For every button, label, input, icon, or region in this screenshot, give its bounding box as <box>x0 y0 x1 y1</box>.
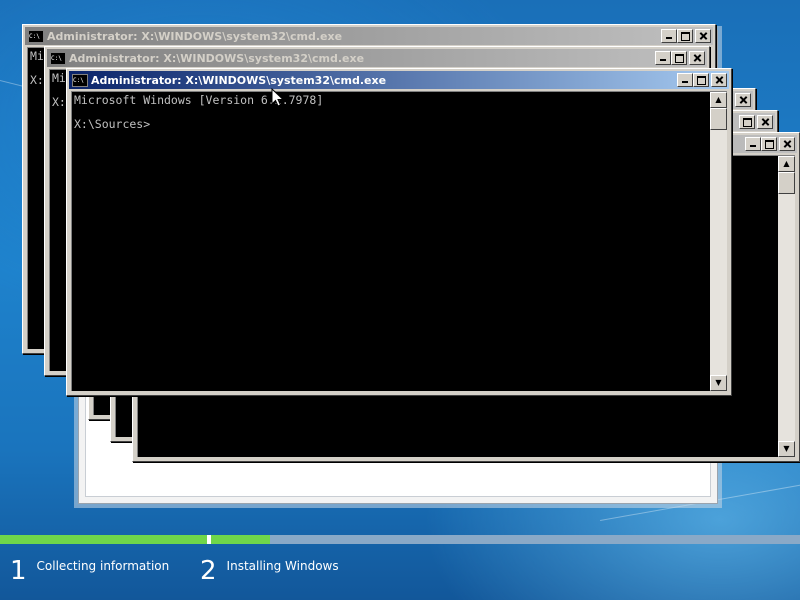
maximize-icon[interactable] <box>671 51 687 65</box>
cmd-window-active[interactable]: C:\ Administrator: X:\WINDOWS\system32\c… <box>66 68 732 396</box>
step-label: Collecting information <box>36 559 170 573</box>
maximize-icon[interactable] <box>761 137 777 151</box>
cmd-system-icon[interactable]: C:\ <box>50 51 66 65</box>
window-title: Administrator: X:\WINDOWS\system32\cmd.e… <box>69 51 365 65</box>
title-bar[interactable]: C:\ Administrator: X:\WINDOWS\system32\c… <box>25 27 713 45</box>
scroll-down-icon[interactable]: ▼ <box>778 441 795 457</box>
maximize-icon[interactable] <box>693 73 709 87</box>
step-number: 2 <box>200 556 217 586</box>
progress-step1-fill <box>0 535 207 544</box>
scroll-up-icon[interactable]: ▲ <box>778 156 795 172</box>
title-bar[interactable]: C:\ Administrator: X:\WINDOWS\system32\c… <box>69 71 729 89</box>
console-body[interactable]: Microsoft Windows [Version 6.2.7978] X:\… <box>71 91 727 391</box>
maximize-icon[interactable] <box>677 29 693 43</box>
close-icon[interactable] <box>695 29 711 43</box>
vertical-scrollbar[interactable]: ▲ ▼ <box>710 92 727 391</box>
vertical-scrollbar[interactable]: ▲ ▼ <box>778 156 795 457</box>
scroll-down-icon[interactable]: ▼ <box>710 375 727 391</box>
scroll-thumb[interactable] <box>710 108 727 130</box>
cmd-system-icon[interactable]: C:\ <box>72 73 88 87</box>
close-icon[interactable] <box>779 137 795 151</box>
minimize-icon[interactable] <box>655 51 671 65</box>
step-collecting-information: 1 Collecting information <box>10 556 169 586</box>
scroll-up-icon[interactable]: ▲ <box>710 92 727 108</box>
maximize-icon[interactable] <box>739 115 755 129</box>
close-icon[interactable] <box>689 51 705 65</box>
mouse-pointer-icon <box>271 88 285 107</box>
step-label: Installing Windows <box>226 559 339 573</box>
close-icon[interactable] <box>711 73 727 87</box>
cmd-system-icon[interactable]: C:\ <box>28 29 44 43</box>
progress-step2-fill <box>211 535 270 544</box>
console-output: Microsoft Windows [Version 6.2.7978] X:\… <box>74 93 324 131</box>
minimize-icon[interactable] <box>745 137 761 151</box>
minimize-icon[interactable] <box>661 29 677 43</box>
window-title: Administrator: X:\WINDOWS\system32\cmd.e… <box>47 29 343 43</box>
minimize-icon[interactable] <box>677 73 693 87</box>
close-icon[interactable] <box>757 115 773 129</box>
close-icon[interactable] <box>735 93 751 107</box>
window-title: Administrator: X:\WINDOWS\system32\cmd.e… <box>91 73 387 87</box>
scroll-thumb[interactable] <box>778 172 795 194</box>
step-number: 1 <box>10 556 27 586</box>
title-bar[interactable]: C:\ Administrator: X:\WINDOWS\system32\c… <box>47 49 707 67</box>
step-installing-windows: 2 Installing Windows <box>200 556 339 586</box>
